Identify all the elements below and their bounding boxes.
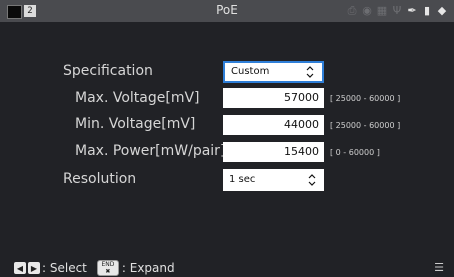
max-power-label: Max. Power[mW/pair]	[75, 143, 226, 159]
pen-icon: ✒	[407, 4, 417, 17]
specification-dropdown[interactable]: Custom	[223, 61, 324, 83]
min-voltage-label: Min. Voltage[mV]	[75, 116, 196, 132]
chevron-updown-icon	[308, 174, 316, 186]
specification-value: Custom	[231, 66, 270, 77]
plug-icon: ◆	[437, 4, 447, 17]
status-icons: ⎙ ◉ ▦ Ψ ✒ ▮ ◆	[346, 3, 448, 19]
max-power-input[interactable]: 15400	[223, 142, 324, 162]
chevron-updown-icon	[306, 66, 314, 78]
network-icon: ▦	[376, 4, 388, 17]
max-power-range: [ 0 - 60000 ]	[330, 148, 380, 157]
left-arrow-key-icon[interactable]: ◀	[14, 262, 26, 274]
max-voltage-range: [ 25000 - 60000 ]	[330, 94, 401, 103]
right-arrow-key-icon[interactable]: ▶	[28, 262, 40, 274]
max-voltage-label: Max. Voltage[mV]	[75, 90, 200, 106]
resolution-value: 1 sec	[229, 174, 256, 185]
battery-icon: ▮	[423, 4, 431, 17]
bottom-bar: ◀ ▶ : Select END ✖ : Expand ☰	[0, 259, 454, 277]
usb-icon: Ψ	[392, 4, 402, 17]
min-voltage-range: [ 25000 - 60000 ]	[330, 121, 401, 130]
resolution-label: Resolution	[63, 171, 137, 187]
expand-hint: : Expand	[121, 261, 175, 275]
status-bar: 2 PoE ⎙ ◉ ▦ Ψ ✒ ▮ ◆	[0, 0, 454, 22]
wifi-icon: ◉	[362, 4, 372, 17]
min-voltage-input[interactable]: 44000	[223, 115, 324, 135]
menu-icon[interactable]: ☰	[434, 261, 444, 274]
end-key-icon[interactable]: END ✖	[96, 260, 119, 276]
end-key-label: END	[101, 261, 115, 268]
resolution-dropdown[interactable]: 1 sec	[223, 169, 324, 191]
specification-label: Specification	[63, 63, 153, 79]
select-hint: : Select	[42, 261, 87, 275]
max-voltage-input[interactable]: 57000	[223, 88, 324, 108]
printer-icon: ⎙	[347, 4, 357, 17]
